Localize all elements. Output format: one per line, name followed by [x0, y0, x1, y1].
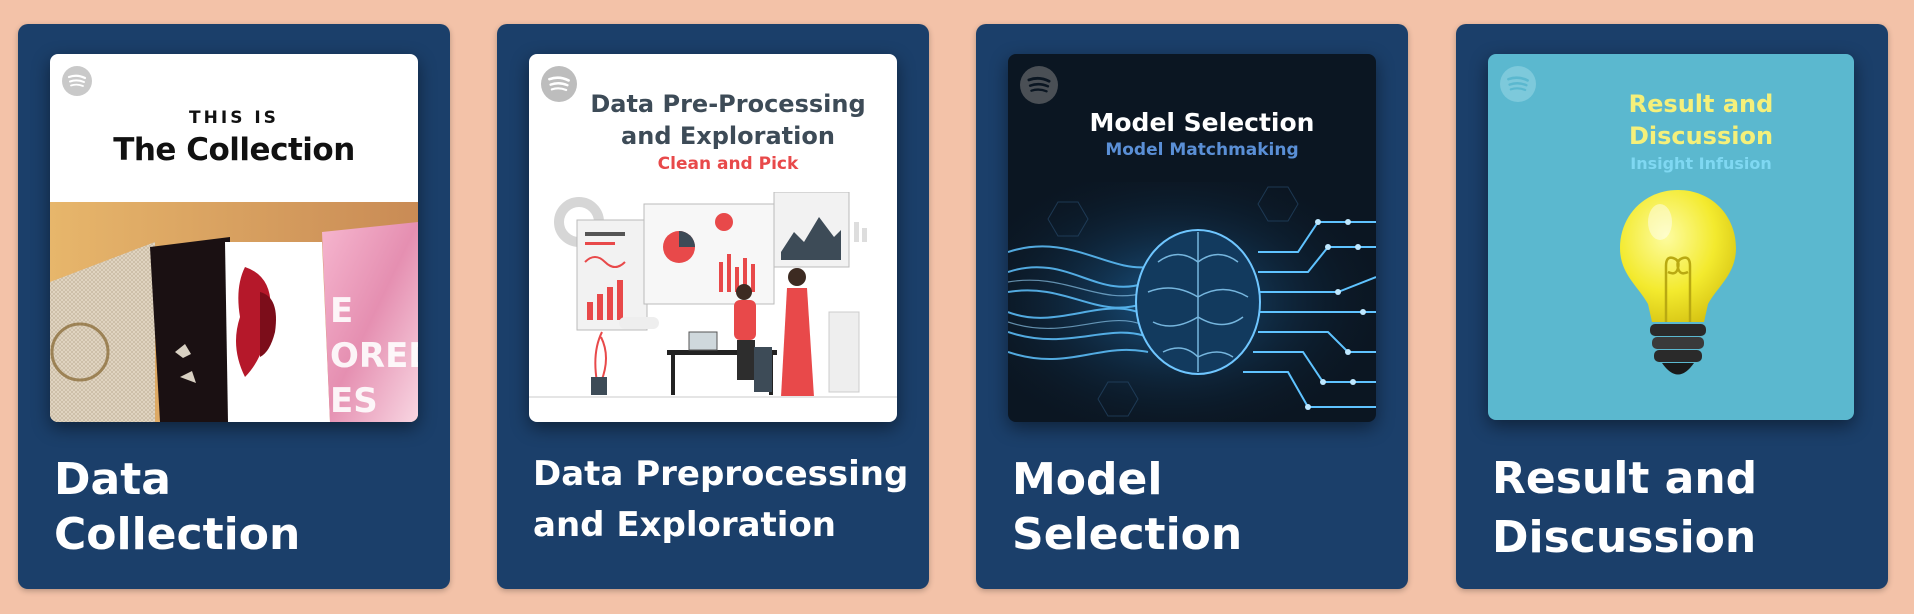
cover-model-selection[interactable]: Model Selection Model Matchmaking	[1008, 54, 1376, 422]
collage-text: E	[330, 291, 353, 331]
cover-data-collection[interactable]: THIS IS The Collection E ORE ES	[50, 54, 418, 422]
brain-circuit-icon	[1008, 182, 1376, 422]
collage-art: E ORED ES	[50, 202, 418, 422]
cover-title-line2: Discussion	[1628, 122, 1774, 150]
caption-result-discussion: Result and Discussion	[1492, 453, 1758, 564]
card-data-preprocessing[interactable]: Data Pre-Processing and Exploration Clea…	[497, 24, 929, 589]
spotify-icon	[62, 66, 92, 96]
cover-subtitle: Clean and Pick	[657, 154, 799, 174]
card-result-discussion[interactable]: Result and Discussion Insight Infusion R…	[1456, 24, 1888, 589]
cover-subtitle: Insight Infusion	[1630, 154, 1772, 173]
caption-data-preprocessing: Data Preprocessing and Exploration	[533, 454, 909, 545]
cover-result-discussion[interactable]: Result and Discussion Insight Infusion	[1488, 54, 1854, 420]
spotify-icon	[1020, 66, 1058, 104]
lightbulb-icon	[1620, 190, 1736, 375]
analytics-illustration	[529, 192, 897, 398]
cover-title: The Collection	[113, 132, 355, 168]
svg-text:ORED: ORED	[330, 336, 418, 376]
card-model-selection[interactable]: Model Selection Model Matchmaking Model …	[976, 24, 1408, 589]
cover-data-preprocessing[interactable]: Data Pre-Processing and Exploration Clea…	[529, 54, 897, 422]
cover-title: Model Selection	[1089, 108, 1315, 137]
cover-kicker: THIS IS	[189, 108, 279, 128]
spotify-icon	[1500, 66, 1536, 102]
cover-title-line1: Data Pre-Processing	[590, 90, 866, 118]
svg-text:ES: ES	[330, 381, 378, 421]
caption-data-collection: Data Collection	[54, 454, 301, 560]
cover-title-line2: and Exploration	[621, 122, 835, 150]
cover-title-line1: Result and	[1628, 90, 1774, 118]
caption-model-selection: Model Selection	[1012, 454, 1243, 560]
cover-subtitle: Model Matchmaking	[1105, 140, 1299, 160]
card-data-collection[interactable]: THIS IS The Collection E ORE ES Data Col…	[18, 24, 450, 589]
